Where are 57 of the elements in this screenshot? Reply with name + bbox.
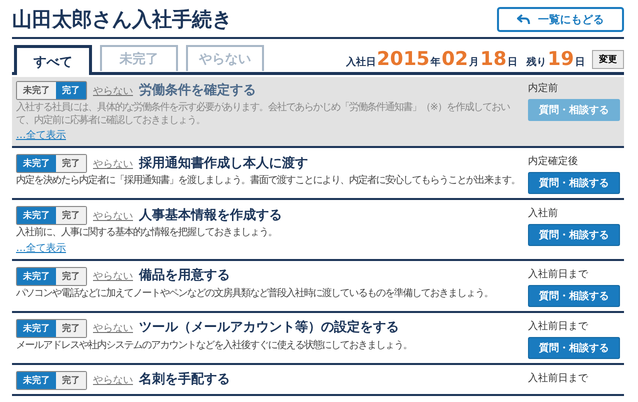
consult-button[interactable]: 質問・相談する: [528, 336, 620, 358]
task-title: 人事基本情報を作成する: [139, 208, 282, 224]
consult-button[interactable]: 質問・相談する: [528, 99, 620, 121]
task-description: 入社前に、人事に関する基本的な情報を把握しておきましょう。: [16, 227, 278, 240]
join-month: 02: [442, 48, 468, 70]
consult-button[interactable]: 質問・相談する: [528, 172, 620, 194]
task-title: ツール（メールアカウント等）の設定をする: [139, 320, 399, 336]
back-button[interactable]: 一覧にもどる: [497, 7, 624, 32]
remaining-days: 19: [548, 48, 574, 70]
page-title: 山田太郎さん入社手続き: [12, 6, 232, 33]
task-description: 入社する社員には、具体的な労働条件を示す必要があります。会社であらかじめ「労働条件通知書」（※）を作成しておいて、内定前に応募者に確認しておきましょう。: [16, 102, 511, 127]
consult-button[interactable]: 質問・相談する: [528, 224, 620, 246]
status-toggle[interactable]: 完了: [56, 372, 86, 388]
status-toggle[interactable]: 完了: [56, 320, 86, 336]
day-unit: 日: [508, 56, 518, 69]
status-toggle[interactable]: 未完了: [17, 320, 56, 336]
remaining-label: 残り: [526, 56, 547, 69]
skip-link[interactable]: やらない: [93, 321, 133, 335]
task-title: 備品を用意する: [139, 268, 230, 284]
task-timing: 内定確定後: [528, 154, 579, 168]
status-toggle[interactable]: 未完了: [17, 82, 56, 99]
task-description: メールアドレスや社内システムのアカウントなどを入社後すぐに使える状態にしておきましょう。: [16, 340, 413, 352]
join-day: 18: [480, 48, 507, 70]
task-title: 採用通知書作成し本人に渡す: [139, 156, 308, 172]
task-timing: 入社前: [528, 206, 559, 220]
skip-link[interactable]: やらない: [93, 269, 133, 283]
back-arrow-icon: [517, 14, 530, 25]
status-toggle[interactable]: 未完了: [17, 207, 56, 224]
status-toggle[interactable]: 完了: [56, 268, 86, 284]
month-unit: 月: [469, 56, 480, 69]
skip-link[interactable]: やらない: [93, 373, 133, 387]
task-timing: 入社前日まで: [528, 268, 589, 280]
show-all-link[interactable]: …全て表示: [16, 240, 524, 254]
task-timing: 入社前日まで: [528, 320, 589, 332]
consult-button[interactable]: 質問・相談する: [528, 284, 620, 306]
skip-link[interactable]: やらない: [93, 208, 133, 222]
remaining-unit: 日: [575, 56, 585, 69]
show-all-link[interactable]: …全て表示: [16, 128, 524, 142]
status-toggle[interactable]: 未完了: [17, 372, 56, 388]
tab[interactable]: すべて: [14, 45, 92, 75]
join-year: 2015: [376, 48, 430, 70]
status-toggle[interactable]: 完了: [56, 82, 86, 99]
status-toggle[interactable]: 完了: [56, 207, 86, 224]
change-button[interactable]: 変更: [592, 50, 624, 68]
skip-link[interactable]: やらない: [93, 156, 133, 170]
year-unit: 年: [430, 56, 441, 69]
task-timing: 入社前日まで: [528, 372, 589, 384]
status-toggle[interactable]: 未完了: [17, 268, 56, 284]
join-date-label: 入社日: [346, 56, 376, 69]
task-title: 労働条件を確定する: [139, 82, 256, 98]
task-description: 内定を決めたら内定者に「採用通知書」を渡しましょう。書面で渡すことにより、内定者に安心してもらうことが出来ます。: [16, 175, 521, 188]
task-description: パソコンや電話などに加えてノートやペンなどの文房具類など普段入社時に渡しているものを準備しておきましょう。: [16, 288, 494, 300]
status-toggle[interactable]: 完了: [56, 155, 86, 172]
task-timing: 内定前: [528, 82, 559, 95]
status-toggle[interactable]: 未完了: [17, 155, 56, 172]
skip-link[interactable]: やらない: [93, 84, 133, 98]
task-title: 名刺を手配する: [139, 372, 230, 388]
